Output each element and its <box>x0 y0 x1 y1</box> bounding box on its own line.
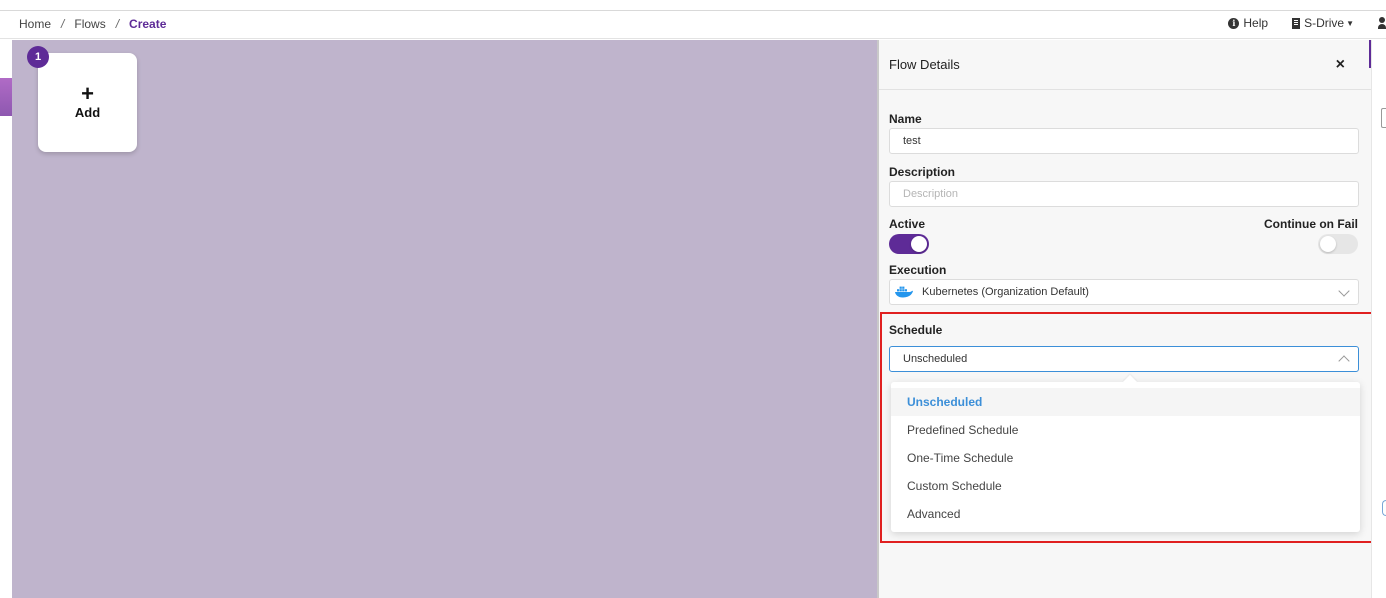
close-icon[interactable]: × <box>1336 56 1345 74</box>
caret-down-icon: ▼ <box>1346 18 1354 28</box>
schedule-option-advanced[interactable]: Advanced <box>891 500 1360 528</box>
flow-canvas[interactable]: + Add 1 <box>12 40 877 598</box>
schedule-option-one-time[interactable]: One-Time Schedule <box>891 444 1360 472</box>
execution-value: Kubernetes (Organization Default) <box>922 286 1089 298</box>
schedule-value: Unscheduled <box>903 353 968 365</box>
continue-on-fail-toggle[interactable] <box>1318 234 1358 254</box>
add-step-card[interactable]: + Add <box>38 53 137 152</box>
help-label: Help <box>1243 16 1269 30</box>
org-label: S-Drive <box>1304 16 1345 30</box>
breadcrumb-flows[interactable]: Flows <box>74 17 105 31</box>
dropdown-pointer <box>1122 374 1138 390</box>
active-toggle[interactable] <box>889 234 929 254</box>
description-label: Description <box>889 165 956 179</box>
panel-header: Flow Details × <box>879 40 1371 90</box>
docker-icon <box>895 286 913 298</box>
execution-label: Execution <box>889 263 947 277</box>
user-icon[interactable] <box>1378 17 1386 29</box>
breadcrumb-create: Create <box>129 17 167 31</box>
info-circle-icon: i <box>1228 17 1240 29</box>
toggle-knob <box>1320 236 1336 252</box>
breadcrumb-separator: / <box>115 17 120 31</box>
org-dropdown[interactable]: S-Drive ▼ <box>1292 16 1354 30</box>
header-actions: i Help S-Drive ▼ <box>1228 16 1386 30</box>
panel-title: Flow Details <box>889 57 960 72</box>
schedule-option-custom[interactable]: Custom Schedule <box>891 472 1360 500</box>
help-link[interactable]: i Help <box>1228 16 1268 30</box>
breadcrumb-separator: / <box>61 17 65 31</box>
name-label: Name <box>889 112 922 126</box>
schedule-dropdown-menu: Unscheduled Predefined Schedule One-Time… <box>891 374 1360 532</box>
right-edge-button[interactable] <box>1382 500 1386 516</box>
plus-icon: + <box>81 81 94 106</box>
flow-details-panel: Flow Details × Name test Description Des… <box>877 40 1371 598</box>
right-edge-tab[interactable] <box>1381 108 1386 128</box>
left-sidebar-edge <box>0 40 12 598</box>
add-step-label: Add <box>74 105 101 120</box>
schedule-option-predefined[interactable]: Predefined Schedule <box>891 416 1360 444</box>
active-label: Active <box>889 217 926 231</box>
chevron-down-icon <box>1338 285 1350 297</box>
left-sidebar-tab[interactable] <box>0 78 12 116</box>
breadcrumb-home[interactable]: Home <box>19 17 51 31</box>
chevron-up-icon <box>1338 355 1350 367</box>
building-icon <box>1292 17 1301 29</box>
right-edge-accent <box>1369 40 1371 68</box>
schedule-label: Schedule <box>889 323 943 337</box>
schedule-select[interactable]: Unscheduled <box>889 346 1359 372</box>
continue-on-fail-label: Continue on Fail <box>1264 217 1358 231</box>
name-input[interactable]: test <box>889 128 1359 154</box>
execution-select[interactable]: Kubernetes (Organization Default) <box>889 279 1359 305</box>
schedule-option-unscheduled[interactable]: Unscheduled <box>891 388 1360 416</box>
breadcrumb: Home / Flows / Create <box>19 17 166 31</box>
description-input[interactable]: Description <box>889 181 1359 207</box>
toggle-knob <box>911 236 927 252</box>
top-bar: Home / Flows / Create i Help S-Drive ▼ <box>0 11 1386 39</box>
step-number-badge: 1 <box>27 46 49 68</box>
